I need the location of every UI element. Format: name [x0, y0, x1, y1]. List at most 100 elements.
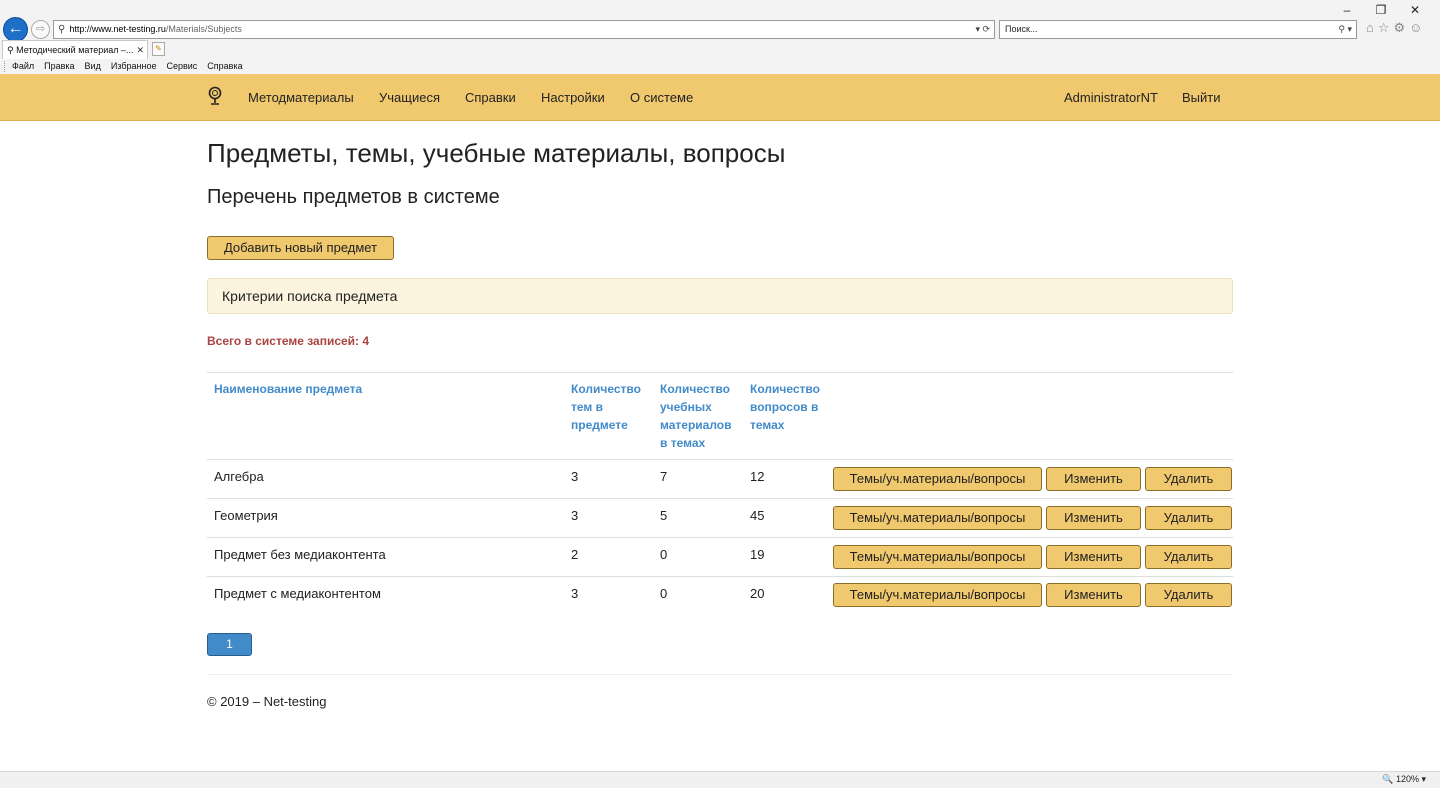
address-bar[interactable]: ⚲ http://www.net-testing.ru/Materials/Su… [53, 20, 995, 39]
topics-materials-button[interactable]: Темы/уч.материалы/вопросы [833, 506, 1042, 530]
delete-button[interactable]: Удалить [1145, 506, 1232, 530]
nav-user[interactable]: AdministratorNT [1064, 90, 1158, 105]
new-tab-icon[interactable]: ✎ [152, 42, 165, 56]
footer-divider [207, 674, 1233, 675]
cell-subject-name: Предмет без медиаконтента [214, 547, 386, 562]
cell-subject-name: Геометрия [214, 508, 278, 523]
topics-materials-button[interactable]: Темы/уч.материалы/вопросы [833, 467, 1042, 491]
close-icon[interactable]: ✕ [1398, 2, 1432, 18]
header-material-count-line: учебных [660, 400, 712, 414]
cell-material-count: 5 [660, 508, 668, 523]
table-row-border [207, 459, 1233, 460]
url-host: http://www.net-testing.ru [69, 24, 166, 34]
nav-materials[interactable]: Методматериалы [248, 90, 354, 105]
menu-view[interactable]: Вид [80, 59, 106, 74]
brand-globe-icon[interactable] [207, 86, 223, 106]
tab-bar: ⚲ Методический материал –... ✕ ✎ [0, 40, 1440, 59]
nav-reports[interactable]: Справки [465, 90, 516, 105]
site-favicon-icon: ⚲ [58, 24, 66, 35]
cell-question-count: 45 [750, 508, 765, 523]
smiley-icon[interactable]: ☺ [1409, 20, 1422, 36]
header-material-count-line: материалов [660, 418, 732, 432]
restore-icon[interactable]: ❐ [1364, 2, 1398, 18]
url-path: /Materials/Subjects [165, 24, 242, 34]
cell-question-count: 12 [750, 469, 765, 484]
header-topic-count[interactable]: Количество тем в предмете [571, 380, 641, 434]
header-question-count[interactable]: Количество вопросов в темах [750, 380, 820, 434]
header-question-count-line: темах [750, 418, 785, 432]
add-subject-button[interactable]: Добавить новый предмет [207, 236, 394, 260]
table-row-border [207, 498, 1233, 499]
zoom-icon: 🔍 [1382, 774, 1394, 784]
edit-button[interactable]: Изменить [1046, 545, 1141, 569]
home-icon[interactable]: ⌂ [1366, 20, 1374, 36]
back-arrow-icon[interactable]: ← [3, 17, 28, 42]
header-material-count-line: Количество [660, 382, 730, 396]
tab-favicon-icon: ⚲ [7, 45, 14, 55]
header-subject-name[interactable]: Наименование предмета [214, 380, 362, 398]
menu-tools[interactable]: Сервис [161, 59, 202, 74]
menu-file[interactable]: Файл [7, 59, 39, 74]
table-row-border [207, 576, 1233, 577]
page-subtitle: Перечень предметов в системе [207, 186, 500, 208]
menu-favorites[interactable]: Избранное [106, 59, 162, 74]
zoom-level[interactable]: 🔍 120% ▾ [1382, 774, 1426, 785]
page-title: Предметы, темы, учебные материалы, вопро… [207, 138, 786, 168]
cell-topic-count: 3 [571, 508, 579, 523]
delete-button[interactable]: Удалить [1145, 583, 1232, 607]
cell-question-count: 19 [750, 547, 765, 562]
nav-settings[interactable]: Настройки [541, 90, 605, 105]
header-topic-count-line: предмете [571, 418, 628, 432]
menu-help[interactable]: Справка [202, 59, 247, 74]
nav-logout[interactable]: Выйти [1182, 90, 1221, 105]
tab-title: Методический материал –... [16, 45, 134, 55]
cell-subject-name: Предмет с медиаконтентом [214, 586, 381, 601]
footer-copyright: © 2019 – Net-testing [207, 694, 327, 709]
cell-material-count: 0 [660, 586, 668, 601]
header-material-count[interactable]: Количество учебных материалов в темах [660, 380, 732, 452]
browser-toolbar-icons: ⌂ ☆ ⚙ ☺ [1366, 20, 1422, 36]
cell-subject-name: Алгебра [214, 469, 264, 484]
header-question-count-line: Количество [750, 382, 820, 396]
menu-edit[interactable]: Правка [39, 59, 79, 74]
browser-menu-bar: Файл Правка Вид Избранное Сервис Справка [0, 59, 1440, 74]
header-question-count-line: вопросов в [750, 400, 819, 414]
edit-button[interactable]: Изменить [1046, 506, 1141, 530]
header-topic-count-line: Количество [571, 382, 641, 396]
cell-question-count: 20 [750, 586, 765, 601]
minimize-icon[interactable]: – [1330, 2, 1364, 18]
search-icon[interactable]: ⚲ ▾ [1338, 21, 1352, 38]
forward-arrow-icon[interactable]: ⇨ [31, 20, 50, 39]
table-row-border [207, 537, 1233, 538]
browser-chrome: – ❐ ✕ ← ⇨ ⚲ http://www.net-testing.ru/Ma… [0, 0, 1440, 42]
cell-material-count: 7 [660, 469, 668, 484]
cell-topic-count: 3 [571, 586, 579, 601]
gear-icon[interactable]: ⚙ [1394, 20, 1406, 36]
search-criteria-panel[interactable]: Критерии поиска предмета [207, 278, 1233, 314]
tab-active[interactable]: ⚲ Методический материал –... ✕ [2, 40, 148, 59]
cell-material-count: 0 [660, 547, 668, 562]
topics-materials-button[interactable]: Темы/уч.материалы/вопросы [833, 583, 1042, 607]
refresh-icon[interactable]: ▾ ⟳ [975, 21, 990, 38]
pagination-page-current[interactable]: 1 [207, 633, 252, 656]
delete-button[interactable]: Удалить [1145, 545, 1232, 569]
search-input[interactable]: Поиск... ⚲ ▾ [999, 20, 1357, 39]
nav-about[interactable]: О системе [630, 90, 693, 105]
delete-button[interactable]: Удалить [1145, 467, 1232, 491]
window-controls: – ❐ ✕ [1330, 2, 1432, 18]
favorites-star-icon[interactable]: ☆ [1378, 20, 1390, 36]
cell-topic-count: 2 [571, 547, 579, 562]
zoom-value: 120% [1395, 774, 1419, 784]
table-top-border [207, 372, 1233, 373]
browser-status-bar: 🔍 120% ▾ [0, 771, 1440, 788]
edit-button[interactable]: Изменить [1046, 583, 1141, 607]
edit-button[interactable]: Изменить [1046, 467, 1141, 491]
topics-materials-button[interactable]: Темы/уч.материалы/вопросы [833, 545, 1042, 569]
nav-students[interactable]: Учащиеся [379, 90, 440, 105]
header-topic-count-line: тем в [571, 400, 603, 414]
total-records: Всего в системе записей: 4 [207, 334, 370, 348]
header-material-count-line: в темах [660, 436, 706, 450]
search-placeholder: Поиск... [1005, 24, 1038, 34]
site-navbar: Методматериалы Учащиеся Справки Настройк… [0, 74, 1440, 121]
tab-close-icon[interactable]: ✕ [136, 41, 144, 59]
